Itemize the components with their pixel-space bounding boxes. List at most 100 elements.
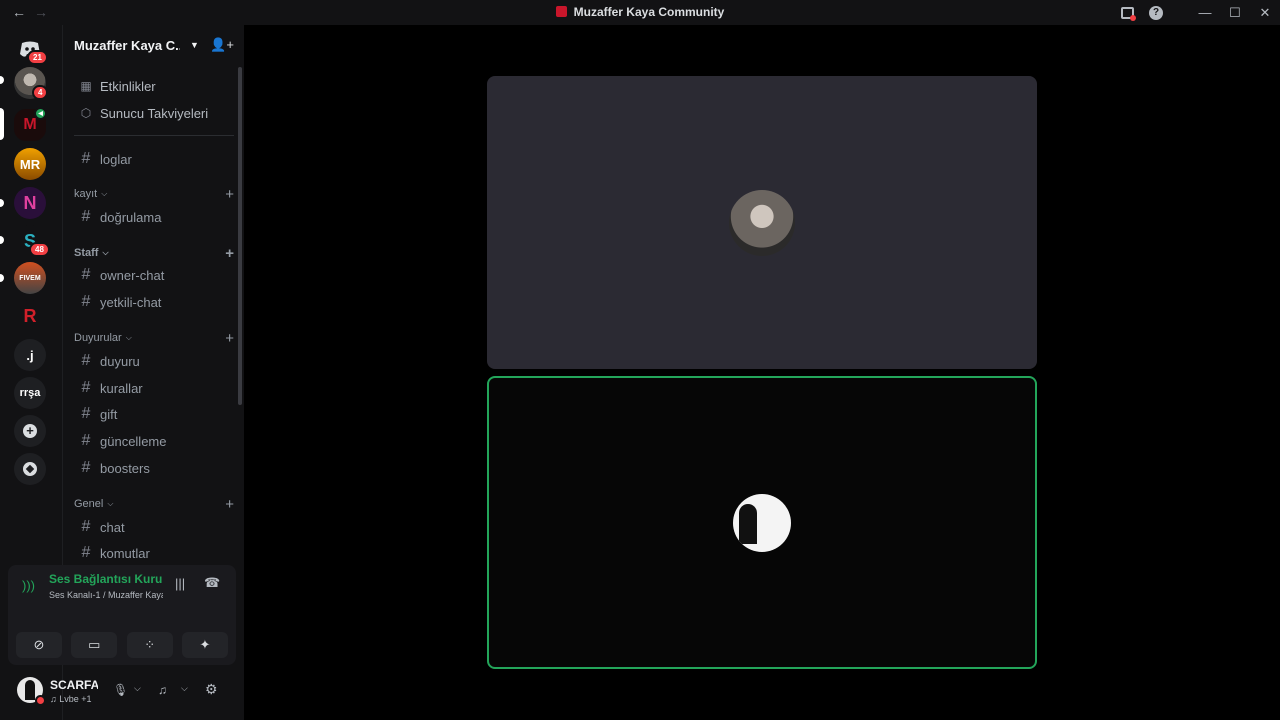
server-muzaffer-kaya[interactable]: M ◀ — [14, 107, 47, 141]
add-channel-icon[interactable]: + — [225, 186, 234, 203]
phone-hangup-icon[interactable]: ☎ — [204, 575, 220, 591]
username[interactable]: SCARFACE — [50, 678, 98, 692]
chevron-down-icon[interactable]: ⌵ — [181, 683, 188, 694]
participant-tile[interactable] — [487, 76, 1037, 369]
speaker-icon: ◀ — [34, 107, 47, 120]
category-staff[interactable]: Staff ⌵ + — [74, 245, 234, 262]
selected-pill — [0, 108, 4, 140]
channel-komutlar[interactable]: # komutlar — [74, 541, 232, 565]
channel-label: duyuru — [100, 353, 140, 369]
channel-owner-chat[interactable]: # owner-chat — [74, 263, 232, 287]
add-channel-icon[interactable]: + — [225, 245, 234, 262]
server-red-logo-mark: R — [23, 305, 37, 326]
close-window-button[interactable]: ✕ — [1250, 5, 1280, 21]
chevron-down-icon: ▼ — [190, 40, 199, 50]
server-fivem-base[interactable]: FIVEM — [14, 262, 46, 294]
hash-icon: # — [81, 208, 91, 225]
channel-loglar[interactable]: # loglar — [74, 147, 232, 171]
signal-icon[interactable]: ))) — [22, 578, 35, 593]
server-j[interactable]: .j — [14, 339, 46, 371]
soundboard-icon: ✦ — [199, 637, 211, 652]
server-mk-logo: M — [23, 116, 37, 133]
category-duyurular[interactable]: Duyurular ⌵ + — [74, 330, 234, 347]
category-kayit[interactable]: kayıt ⌵ + — [74, 186, 234, 203]
menu-boosts-label: Sunucu Takviyeleri — [100, 105, 209, 121]
menu-events[interactable]: ▦ Etkinlikler — [74, 74, 232, 98]
participant-tile-speaking[interactable] — [487, 376, 1037, 669]
category-label: Duyurular — [74, 332, 122, 344]
minimize-button[interactable]: — — [1190, 5, 1220, 20]
noise-suppression-icon[interactable]: ||| — [175, 576, 185, 591]
gear-icon[interactable]: ⚙ — [205, 681, 218, 698]
headphones-icon[interactable]: ♫ — [158, 683, 167, 697]
user-activity: ♫ Lvbe +1 — [50, 694, 92, 704]
hash-icon: # — [81, 293, 91, 310]
screen-share-button[interactable]: ▭ — [71, 632, 118, 658]
category-genel[interactable]: Genel ⌵ + — [74, 496, 234, 513]
hash-icon: # — [81, 459, 91, 476]
server-n[interactable]: N — [14, 187, 46, 219]
channel-label: loglar — [100, 151, 132, 167]
chevron-down-icon: ⌵ — [101, 189, 108, 198]
chevron-down-icon: ⌵ — [107, 499, 114, 508]
unread-pill — [0, 199, 4, 207]
channel-label: güncelleme — [100, 433, 167, 449]
server-mr[interactable]: MR — [14, 148, 46, 180]
server-j-label: .j — [26, 347, 34, 363]
maximize-button[interactable]: ☐ — [1220, 5, 1250, 21]
unread-pill — [0, 236, 4, 244]
channel-kurallar[interactable]: # kurallar — [74, 376, 232, 400]
channel-dogrulama[interactable]: # doğrulama — [74, 205, 232, 229]
inbox-icon[interactable] — [1119, 5, 1136, 21]
channel-label: komutlar — [100, 545, 150, 561]
invite-people-icon[interactable]: 👤+ — [210, 37, 234, 53]
channel-gift[interactable]: # gift — [74, 402, 232, 426]
server-fivem-label: FIVEM — [19, 274, 41, 282]
add-channel-icon[interactable]: + — [225, 496, 234, 513]
channel-duyuru[interactable]: # duyuru — [74, 349, 232, 373]
channel-boosters[interactable]: # boosters — [74, 456, 232, 480]
server-user-avatar[interactable]: 4 — [14, 67, 49, 100]
unread-pill — [0, 274, 4, 282]
server-n-label: N — [23, 192, 37, 213]
add-server-button[interactable]: + — [14, 415, 46, 447]
microphone-icon[interactable]: 🎙 — [113, 683, 128, 697]
compass-icon — [23, 462, 37, 476]
category-label: Staff — [74, 247, 99, 259]
unread-pill — [0, 76, 4, 84]
user-unread-badge: 4 — [32, 85, 49, 100]
chevron-down-icon: ⌵ — [102, 248, 109, 257]
user-panel: SCARFACE ♫ Lvbe +1 🎙 ⌵ ♫ ⌵ ⚙ — [8, 670, 236, 714]
channel-label: yetkili-chat — [100, 294, 162, 310]
boost-gem-icon: ⬡ — [80, 106, 92, 120]
channel-label: kurallar — [100, 380, 143, 396]
help-icon[interactable]: ? — [1149, 5, 1163, 20]
server-rrsa[interactable]: rrşa — [14, 377, 46, 409]
menu-events-label: Etkinlikler — [100, 78, 156, 94]
discover-button[interactable] — [14, 453, 46, 485]
category-label: kayıt — [74, 188, 98, 200]
channel-chat[interactable]: # chat — [74, 515, 232, 539]
channel-guncelleme[interactable]: # güncelleme — [74, 429, 232, 453]
add-channel-icon[interactable]: + — [225, 330, 234, 347]
voice-channel-path[interactable]: Ses Kanalı-1 / Muzaffer Kaya Community — [49, 590, 163, 600]
channel-yetkili-chat[interactable]: # yetkili-chat — [74, 290, 232, 314]
chevron-down-icon[interactable]: ⌵ — [134, 683, 141, 694]
hash-icon: # — [81, 150, 91, 167]
voice-status[interactable]: Ses Bağlantısı Kuruldu — [49, 572, 163, 586]
hash-icon: # — [81, 544, 91, 561]
channel-label: owner-chat — [100, 267, 165, 283]
soundboard-button[interactable]: ✦ — [181, 632, 228, 658]
hash-icon: # — [81, 379, 91, 396]
menu-server-boosts[interactable]: ⬡ Sunucu Takviyeleri — [74, 101, 232, 125]
camera-off-button[interactable]: ⊘ — [16, 632, 62, 658]
scrollbar[interactable] — [238, 67, 242, 405]
home-discord-icon[interactable]: 21 — [14, 33, 48, 65]
channel-label: chat — [100, 519, 125, 535]
server-red-logo[interactable]: R — [14, 300, 46, 332]
server-rrsa-label: rrşa — [19, 387, 41, 399]
activities-button[interactable]: ⁘ — [126, 632, 173, 658]
channel-label: doğrulama — [100, 209, 162, 225]
window-title-text: Muzaffer Kaya Community — [573, 5, 725, 19]
server-s[interactable]: S 48 — [14, 225, 50, 257]
